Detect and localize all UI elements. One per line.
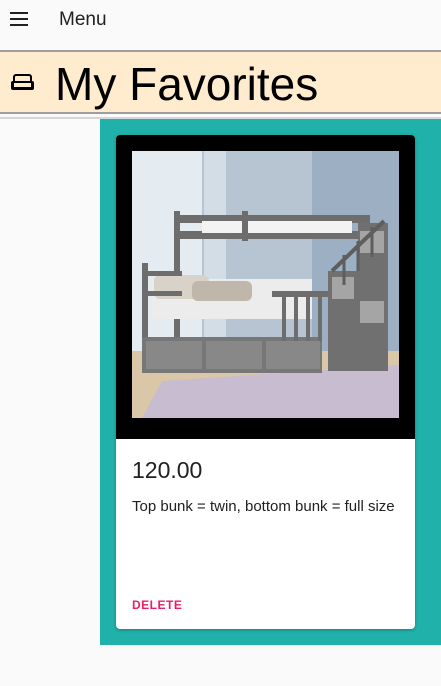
sofa-icon xyxy=(11,74,34,90)
hamburger-icon[interactable] xyxy=(10,10,28,28)
top-app-bar: Menu xyxy=(0,0,441,50)
favorites-panel: 120.00 Top bunk = twin, bottom bunk = fu… xyxy=(100,119,441,645)
menu-label[interactable]: Menu xyxy=(59,9,107,31)
delete-button[interactable]: DELETE xyxy=(132,598,182,612)
item-description: Top bunk = twin, bottom bunk = full size xyxy=(132,498,395,515)
page-title: My Favorites xyxy=(55,58,319,110)
favorites-header: My Favorites xyxy=(0,50,441,114)
item-price: 120.00 xyxy=(132,457,203,483)
product-image xyxy=(132,151,399,418)
favorite-card: 120.00 Top bunk = twin, bottom bunk = fu… xyxy=(116,135,415,629)
card-media xyxy=(116,135,415,439)
